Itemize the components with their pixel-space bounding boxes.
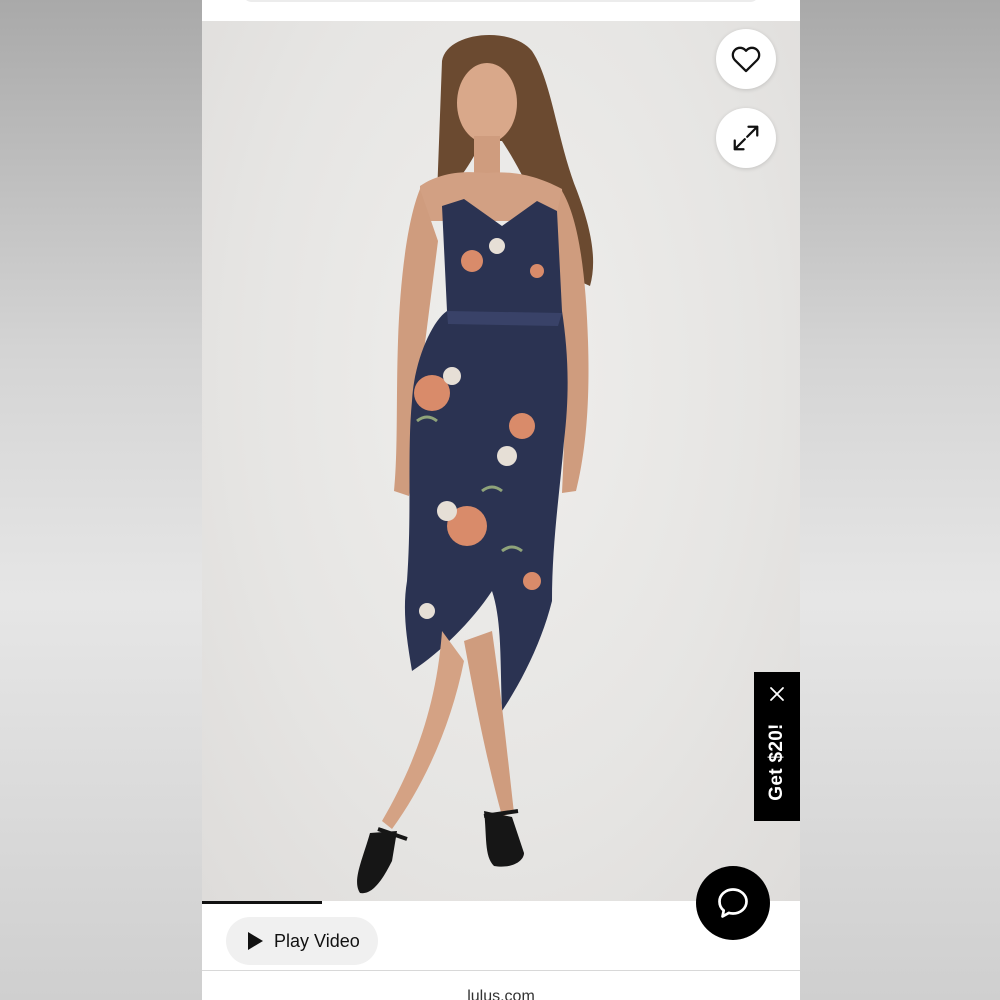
phone-screen: Get $20! Play Video lulus.com (202, 0, 800, 1000)
play-video-label: Play Video (274, 930, 360, 951)
browser-url-bar[interactable]: lulus.com (202, 971, 800, 1000)
left-background (0, 0, 202, 1000)
promo-label[interactable]: Get $20! (766, 723, 788, 800)
heart-icon (731, 46, 761, 73)
right-background (800, 0, 1000, 1000)
top-bar (202, 0, 800, 21)
play-video-button[interactable]: Play Video (226, 917, 378, 965)
play-icon (248, 932, 263, 950)
chat-button[interactable] (696, 866, 770, 940)
expand-image-button[interactable] (716, 108, 776, 168)
product-image[interactable]: Get $20! (202, 21, 800, 903)
promo-tab[interactable]: Get $20! (754, 672, 800, 821)
url-text[interactable]: lulus.com (202, 988, 800, 1000)
model-illustration (357, 34, 594, 894)
chat-bubble-icon (718, 888, 748, 918)
expand-icon (733, 125, 759, 151)
search-bar-edge[interactable] (242, 0, 760, 2)
favorite-button[interactable] (716, 29, 776, 89)
close-icon[interactable] (767, 684, 787, 704)
